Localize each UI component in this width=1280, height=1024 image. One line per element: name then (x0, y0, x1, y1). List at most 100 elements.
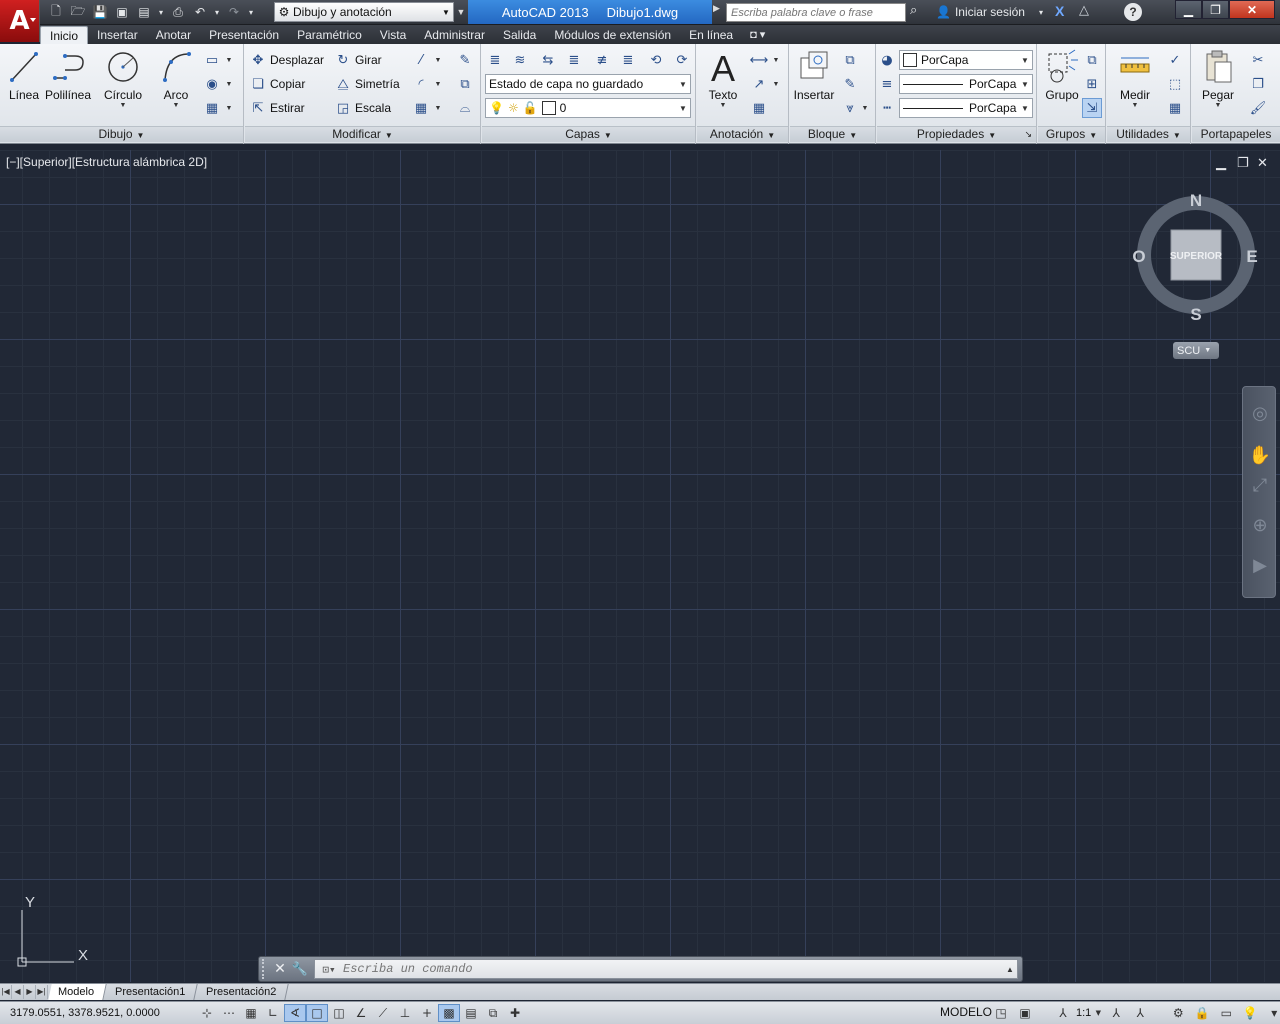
annotation-scale-value[interactable]: 1:1 (1076, 1007, 1091, 1019)
panel-title-bloque[interactable]: Bloque ▼ (790, 126, 875, 142)
leader-icon[interactable]: ↗ (749, 74, 769, 94)
chevron-down-icon[interactable]: ▼ (720, 102, 727, 109)
chevron-down-icon[interactable]: ▼ (433, 98, 443, 118)
viewport-restore-icon[interactable]: ❐ (1237, 156, 1249, 171)
create-block-icon[interactable]: ⧉ (840, 50, 860, 70)
panel-title-anotacion[interactable]: Anotación ▼ (697, 126, 788, 142)
chevron-down-icon[interactable]: ▾ (156, 3, 166, 21)
linetype-select[interactable]: PorCapa ▼ (899, 98, 1033, 118)
sign-in-button[interactable]: 👤 Iniciar sesión ▾ (936, 3, 1043, 21)
table-icon[interactable]: ▦ (749, 98, 769, 118)
scale-button[interactable]: ◲ Escala (335, 98, 391, 118)
grid-display-icon[interactable]: ▦ (240, 1004, 262, 1022)
cut-icon[interactable]: ✂ (1248, 50, 1268, 70)
quick-select-icon[interactable]: ✓ (1165, 50, 1185, 70)
coordinate-readout[interactable]: 3179.0551, 3378.9521, 0.0000 (0, 1007, 196, 1019)
layer-properties-icon[interactable]: ≣ (485, 50, 505, 70)
status-bar-menu-icon[interactable]: ▾ (1263, 1004, 1280, 1022)
save-icon[interactable]: 💾 (90, 3, 110, 21)
annotation-monitor-icon[interactable]: ✚ (504, 1004, 526, 1022)
layer-freeze-icon[interactable]: ≣ (618, 50, 638, 70)
quick-properties-icon[interactable]: ▤ (460, 1004, 482, 1022)
hatch-ellipse-icon[interactable]: ◉ (202, 74, 222, 94)
orbit-icon[interactable]: ⊕ (1247, 513, 1273, 539)
insert-block-button[interactable]: Insertar (790, 48, 838, 114)
chevron-down-icon[interactable]: ▼ (224, 98, 234, 118)
layer-isolate-icon[interactable]: ≣ (564, 50, 584, 70)
array-icon[interactable]: ▦ (411, 98, 431, 118)
line-button[interactable]: Línea (0, 48, 48, 114)
close-icon[interactable]: ✕ (270, 961, 290, 977)
transparency-icon[interactable]: ▩ (438, 1004, 460, 1022)
selection-cycling-icon[interactable]: ⧉ (482, 1004, 504, 1022)
panel-title-portapapeles[interactable]: Portapapeles (1192, 126, 1280, 142)
select-all-icon[interactable]: ⬚ (1165, 74, 1185, 94)
layer-off-icon[interactable]: ≢ (592, 50, 612, 70)
ucs-menu-button[interactable]: SCU ▼ (1173, 342, 1219, 359)
tab-insertar[interactable]: Insertar (88, 26, 147, 44)
dynamic-ucs-icon[interactable]: ⟋ (372, 1004, 394, 1022)
match-properties-icon[interactable]: 🖌 (1248, 98, 1268, 118)
chevron-down-icon[interactable]: ▼ (1215, 102, 1222, 109)
search-input[interactable] (726, 3, 906, 22)
stretch-button[interactable]: ⇱ Estirar (250, 98, 305, 118)
object-snap-tracking-icon[interactable]: ∠ (350, 1004, 372, 1022)
layer-walk-icon[interactable]: ⟳ (672, 50, 692, 70)
annotation-visibility-icon[interactable]: ⅄ (1105, 1004, 1127, 1022)
current-layer-select[interactable]: 💡 ☼ 🔓 0 ▼ (485, 98, 691, 118)
linetype-icon[interactable]: ┅ (877, 98, 897, 118)
dynamic-input-icon[interactable]: ⊥ (394, 1004, 416, 1022)
measure-button[interactable]: Medir ▼ (1111, 48, 1159, 114)
undo-icon[interactable]: ↶ (190, 3, 210, 21)
quick-view-layouts-icon[interactable]: ◳ (990, 1004, 1012, 1022)
panel-title-propiedades[interactable]: Propiedades ▼ ↘ (877, 126, 1036, 142)
save-as-icon[interactable]: ▣ (112, 3, 132, 21)
application-menu-button[interactable]: A (0, 0, 40, 42)
layer-match-icon[interactable]: ≋ (510, 50, 530, 70)
previous-tab-icon[interactable]: ◀ (12, 985, 24, 999)
fillet-icon[interactable]: ◜ (411, 74, 431, 94)
pan-hand-icon[interactable]: ✋ (1247, 443, 1273, 469)
panel-title-grupos[interactable]: Grupos ▼ (1038, 126, 1105, 142)
drag-handle[interactable] (262, 959, 270, 979)
snap-mode-icon[interactable]: ⋯ (218, 1004, 240, 1022)
infer-constraints-icon[interactable]: ⊹ (196, 1004, 218, 1022)
rectangle-icon[interactable]: ▭ (202, 50, 222, 70)
color-select[interactable]: PorCapa ▼ (899, 50, 1033, 70)
print-icon[interactable]: ⎙ (168, 3, 188, 21)
layer-previous-icon[interactable]: ⇆ (538, 50, 558, 70)
rotate-button[interactable]: ↻ Girar (335, 50, 382, 70)
erase-icon[interactable]: ✎ (455, 50, 475, 70)
tab-inicio[interactable]: Inicio (40, 26, 89, 44)
wrench-icon[interactable]: 🔧 (290, 962, 310, 977)
tab-modelo[interactable]: Modelo (48, 984, 107, 1000)
trim-icon[interactable]: ⁄ (411, 50, 431, 70)
layer-lock-icon[interactable]: ⟲ (646, 50, 666, 70)
command-input[interactable] (343, 962, 1003, 976)
copy-clip-icon[interactable]: ❐ (1248, 74, 1268, 94)
last-tab-icon[interactable]: ▶| (36, 985, 48, 999)
tab-salida[interactable]: Salida (494, 26, 545, 44)
chevron-down-icon[interactable]: ▼ (771, 50, 781, 70)
polar-tracking-icon[interactable]: ∢ (284, 1004, 306, 1022)
ortho-mode-icon[interactable]: ∟ (262, 1004, 284, 1022)
tab-presentacion[interactable]: Presentación (200, 26, 288, 44)
quick-view-drawings-icon[interactable]: ▣ (1014, 1004, 1036, 1022)
new-file-icon[interactable]: 🗋 (46, 3, 66, 21)
first-tab-icon[interactable]: |◀ (0, 985, 12, 999)
dialog-launcher-icon[interactable]: ↘ (1024, 127, 1032, 142)
command-prompt-icon[interactable]: ⊡▾ (315, 963, 343, 976)
lock-icon[interactable]: 🔒 (1191, 1004, 1213, 1022)
steering-wheel-icon[interactable]: ◎ (1247, 401, 1273, 427)
auto-scale-icon[interactable]: ⅄ (1129, 1004, 1151, 1022)
compass-north-label[interactable]: N (1190, 194, 1202, 210)
tab-presentacion1[interactable]: Presentación1 (105, 984, 199, 1000)
tab-presentacion2[interactable]: Presentación2 (196, 984, 290, 1000)
ungroup-icon[interactable]: ⧉ (1082, 50, 1102, 70)
chevron-down-icon[interactable]: ▼ (433, 74, 443, 94)
chevron-down-icon[interactable]: ▼ (860, 98, 870, 118)
help-icon[interactable]: ? (1124, 3, 1142, 21)
chevron-down-icon[interactable]: ▼ (224, 50, 234, 70)
workspace-switching-icon[interactable]: ⚙ (1167, 1004, 1189, 1022)
3d-object-snap-icon[interactable]: ◫ (328, 1004, 350, 1022)
